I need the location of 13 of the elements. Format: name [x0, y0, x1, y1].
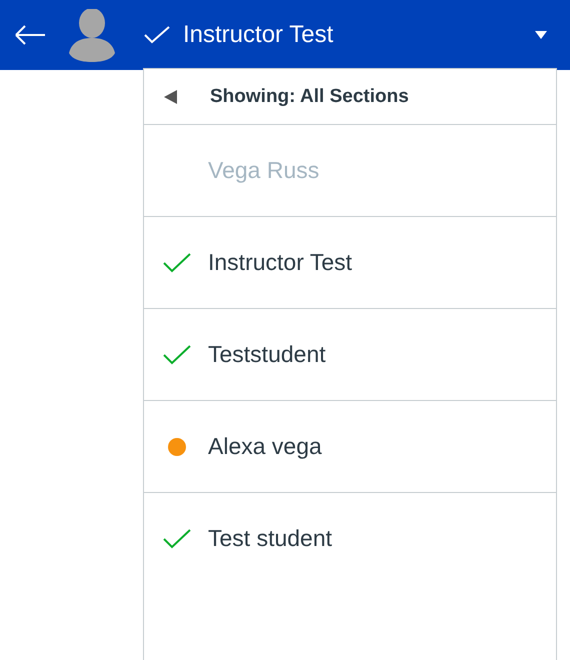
check-icon — [163, 252, 191, 272]
check-icon — [163, 528, 191, 548]
student-name[interactable]: Instructor Test — [183, 21, 334, 49]
left-triangle-icon — [164, 90, 178, 104]
avatar-icon — [68, 9, 116, 63]
student-item[interactable]: Teststudent — [144, 309, 556, 401]
student-item[interactable]: Alexa vega — [144, 401, 556, 493]
student-item[interactable]: Instructor Test — [144, 217, 556, 309]
section-filter[interactable]: Showing: All Sections — [144, 69, 556, 125]
caret-icon[interactable] — [534, 30, 548, 40]
back-arrow-icon[interactable] — [14, 24, 46, 46]
check-icon — [163, 344, 191, 364]
student-item[interactable]: Test student — [144, 493, 556, 584]
